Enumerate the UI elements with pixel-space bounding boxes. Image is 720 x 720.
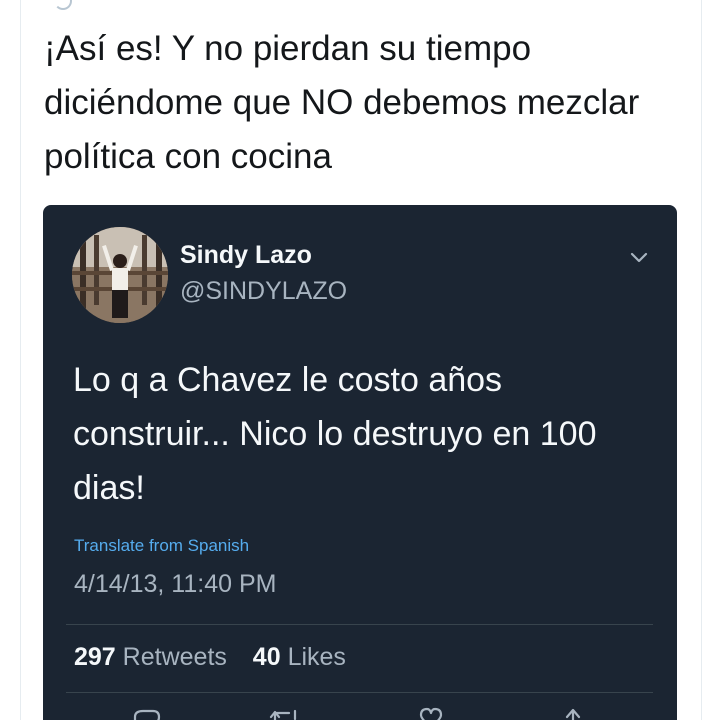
divider (66, 692, 653, 693)
reply-icon[interactable] (131, 707, 163, 720)
tweet-screen: ¡Así es! Y no pierdan su tiempo diciéndo… (0, 0, 720, 720)
avatar[interactable] (72, 227, 168, 323)
retweet-icon[interactable] (269, 707, 301, 720)
chevron-down-icon[interactable] (629, 251, 649, 265)
engagement-stats: 297 Retweets 40 Likes (74, 643, 346, 672)
tweet-timestamp[interactable]: 4/14/13, 11:40 PM (74, 570, 276, 599)
quoted-tweet-text: Lo q a Chavez le costo años construir...… (73, 361, 597, 507)
author-name[interactable]: Sindy Lazo (180, 241, 312, 270)
like-icon[interactable] (415, 707, 447, 720)
share-icon[interactable] (557, 707, 589, 720)
outer-tweet-text: ¡Así es! Y no pierdan su tiempo diciéndo… (44, 29, 640, 176)
avatar-photo (72, 227, 168, 323)
author-handle[interactable]: @SINDYLAZO (180, 277, 347, 306)
retweets-label[interactable]: Retweets (123, 643, 227, 671)
likes-label[interactable]: Likes (288, 643, 346, 671)
quoted-tweet-card[interactable]: Sindy Lazo @SINDYLAZO Lo q a Chavez le c… (43, 205, 677, 720)
translate-link[interactable]: Translate from Spanish (74, 536, 249, 556)
divider (66, 624, 653, 625)
retweet-count[interactable]: 297 (74, 643, 116, 671)
like-count[interactable]: 40 (253, 643, 281, 671)
